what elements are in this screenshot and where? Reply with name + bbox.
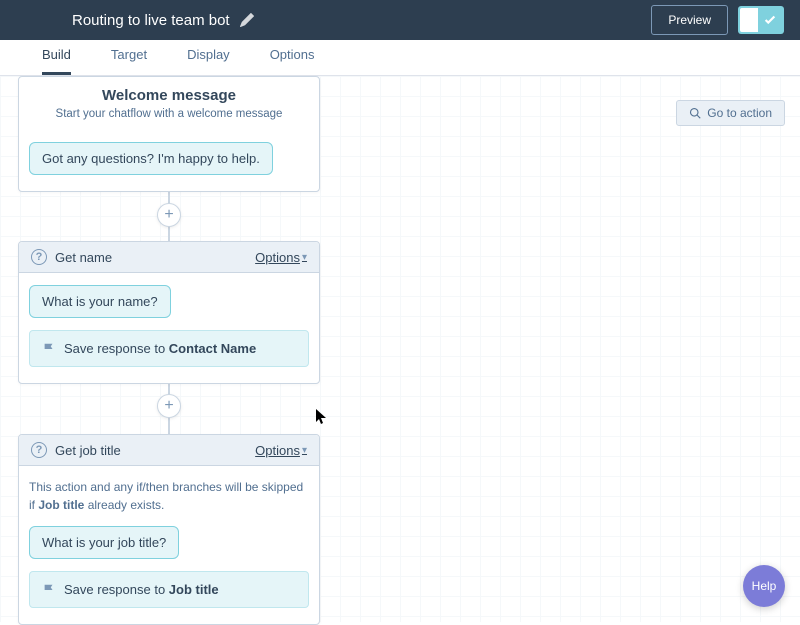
tab-target[interactable]: Target (111, 47, 147, 75)
node-header: ? Get name Options ▾ (19, 242, 319, 273)
tab-options[interactable]: Options (270, 47, 315, 75)
chevron-down-icon: ▾ (302, 445, 307, 456)
job-bubble[interactable]: What is your job title? (29, 526, 179, 559)
options-label: Options (255, 443, 300, 458)
flag-icon (42, 583, 56, 597)
node-options-dropdown[interactable]: Options ▾ (255, 443, 307, 458)
skip-condition-text: This action and any if/then branches wil… (29, 478, 309, 514)
name-bubble[interactable]: What is your name? (29, 285, 171, 318)
tab-build[interactable]: Build (42, 47, 71, 75)
app-header: Routing to live team bot Preview (0, 0, 800, 40)
welcome-title: Welcome message (35, 87, 303, 104)
goto-action-label: Go to action (707, 106, 772, 120)
save-response-bar[interactable]: Save response to Contact Name (29, 330, 309, 367)
help-button[interactable]: Help (743, 565, 785, 607)
node-header: ? Get job title Options ▾ (19, 435, 319, 466)
search-icon (689, 107, 701, 119)
tab-display[interactable]: Display (187, 47, 230, 75)
edit-icon[interactable] (240, 13, 254, 27)
node-title: Get name (55, 250, 112, 265)
confirm-button[interactable] (738, 6, 784, 34)
node-options-dropdown[interactable]: Options ▾ (255, 250, 307, 265)
header-left: Routing to live team bot (72, 12, 254, 29)
add-step-button[interactable]: + (157, 203, 181, 227)
question-icon: ? (31, 249, 47, 265)
question-icon: ? (31, 442, 47, 458)
header-right: Preview (651, 5, 784, 35)
node-get-job-title[interactable]: ? Get job title Options ▾ This action an… (18, 434, 320, 625)
node-get-name[interactable]: ? Get name Options ▾ What is your name? … (18, 241, 320, 384)
flow-canvas[interactable]: Go to action Welcome message Start your … (0, 76, 800, 622)
save-text: Save response to Contact Name (64, 341, 256, 356)
flag-icon (42, 342, 56, 356)
welcome-subtitle: Start your chatflow with a welcome messa… (35, 108, 303, 120)
help-label: Help (752, 579, 777, 593)
options-label: Options (255, 250, 300, 265)
preview-button[interactable]: Preview (651, 5, 728, 35)
add-step-button[interactable]: + (157, 394, 181, 418)
goto-action-button[interactable]: Go to action (676, 100, 785, 126)
save-text: Save response to Job title (64, 582, 219, 597)
node-welcome[interactable]: Welcome message Start your chatflow with… (18, 76, 320, 192)
welcome-bubble[interactable]: Got any questions? I'm happy to help. (29, 142, 273, 175)
tab-bar: Build Target Display Options (0, 40, 800, 76)
node-title: Get job title (55, 443, 121, 458)
cursor-icon (316, 409, 328, 428)
save-response-bar[interactable]: Save response to Job title (29, 571, 309, 608)
chevron-down-icon: ▾ (302, 252, 307, 263)
chatflow-title: Routing to live team bot (72, 12, 230, 29)
